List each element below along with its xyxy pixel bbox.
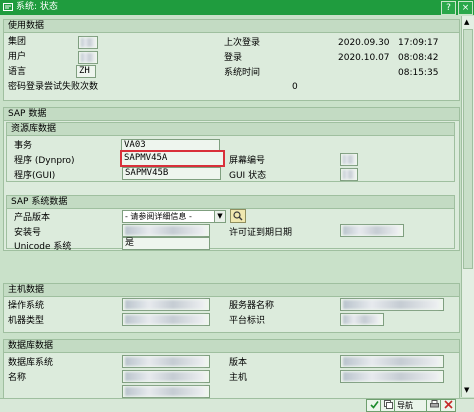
vertical-scrollbar[interactable]: ▲ ▼ xyxy=(461,16,474,397)
title-bar: 系统: 状态 ? × xyxy=(0,0,474,15)
db-version-label: 版本 xyxy=(229,358,248,368)
checkmark-icon xyxy=(369,401,379,409)
db-host-field xyxy=(340,370,444,383)
program-dynpro-field: SAPMV45A xyxy=(120,150,225,167)
last-logon-time: 17:09:17 xyxy=(398,38,439,48)
db-name-field xyxy=(122,370,210,383)
platform-id-field xyxy=(340,313,384,326)
db-version-field xyxy=(340,355,444,368)
scroll-down-icon[interactable]: ▼ xyxy=(464,386,469,394)
logon-label: 登录 xyxy=(224,53,243,63)
db-host-label: 主机 xyxy=(229,373,248,383)
cancel-icon xyxy=(443,400,453,409)
db-extra-field xyxy=(122,385,210,398)
os-field xyxy=(122,298,210,311)
window-icon xyxy=(3,3,13,11)
server-name-field xyxy=(340,298,444,311)
gui-status-field xyxy=(340,168,358,181)
screen-number-label: 屏幕编号 xyxy=(229,156,266,166)
copy-icon xyxy=(383,400,393,409)
db-data-panel: 数据库数据 xyxy=(3,339,460,399)
navigation-button[interactable]: 导航 xyxy=(394,399,428,412)
client-label: 集团 xyxy=(8,37,27,47)
host-data-title: 主机数据 xyxy=(4,284,459,297)
db-data-title: 数据库数据 xyxy=(4,340,459,353)
install-number-field xyxy=(122,224,210,237)
screen-number-field xyxy=(340,153,358,166)
logon-time: 08:08:42 xyxy=(398,53,439,63)
cancel-button[interactable] xyxy=(440,399,456,412)
chevron-down-icon[interactable]: ▼ xyxy=(214,211,225,222)
system-time-label: 系统时间 xyxy=(224,68,261,78)
license-expiry-field xyxy=(340,224,404,237)
db-name-label: 名称 xyxy=(8,373,27,383)
install-number-label: 安装号 xyxy=(14,228,42,238)
bottom-toolbar: 导航 xyxy=(0,398,474,412)
db-system-label: 数据库系统 xyxy=(8,358,54,368)
unicode-label: Unicode 系统 xyxy=(14,242,72,252)
unicode-field: 是 xyxy=(122,237,210,250)
language-label: 语言 xyxy=(8,67,27,77)
machine-type-label: 机器类型 xyxy=(8,316,45,326)
platform-id-label: 平台标识 xyxy=(229,316,266,326)
os-label: 操作系统 xyxy=(8,301,45,311)
product-version-dropdown[interactable]: - 请参阅详细信息 - ▼ xyxy=(122,210,226,223)
db-system-field xyxy=(122,355,210,368)
scroll-up-icon[interactable]: ▲ xyxy=(464,18,469,26)
transaction-label: 事务 xyxy=(14,141,33,151)
window-title: 系统: 状态 xyxy=(16,2,58,12)
details-search-button[interactable] xyxy=(230,209,246,223)
gui-status-label: GUI 状态 xyxy=(229,171,267,181)
program-dynpro-label: 程序 (Dynpro) xyxy=(14,156,75,166)
system-time-value: 08:15:35 xyxy=(398,68,439,78)
sap-system-data-title: SAP 系统数据 xyxy=(7,196,454,209)
usage-data-title: 使用数据 xyxy=(4,20,459,33)
license-expiry-label: 许可证到期日期 xyxy=(229,228,293,238)
help-button[interactable]: ? xyxy=(441,1,456,15)
client-field xyxy=(78,36,98,49)
last-logon-label: 上次登录 xyxy=(224,38,261,48)
scrollbar-thumb[interactable] xyxy=(463,29,473,269)
magnifier-icon xyxy=(233,211,243,221)
failed-logins-label: 密码登录尝试失败次数 xyxy=(8,82,99,92)
last-logon-date: 2020.09.30 xyxy=(338,38,390,48)
user-label: 用户 xyxy=(8,52,27,62)
language-field: ZH xyxy=(76,65,96,78)
server-name-label: 服务器名称 xyxy=(229,301,275,311)
sap-data-title: SAP 数据 xyxy=(4,108,459,121)
product-version-label: 产品版本 xyxy=(14,213,51,223)
program-gui-label: 程序(GUI) xyxy=(14,171,56,181)
failed-logins-value: 0 xyxy=(292,82,298,92)
repository-data-title: 资源库数据 xyxy=(7,123,454,136)
close-button[interactable]: × xyxy=(458,1,473,15)
machine-type-field xyxy=(122,313,210,326)
printer-icon xyxy=(429,400,439,408)
user-field xyxy=(78,51,98,64)
program-gui-field: SAPMV45B xyxy=(122,167,221,180)
logon-date: 2020.10.07 xyxy=(338,53,390,63)
navigation-label: 导航 xyxy=(397,401,413,410)
product-version-value: - 请参阅详细信息 - xyxy=(125,212,192,221)
